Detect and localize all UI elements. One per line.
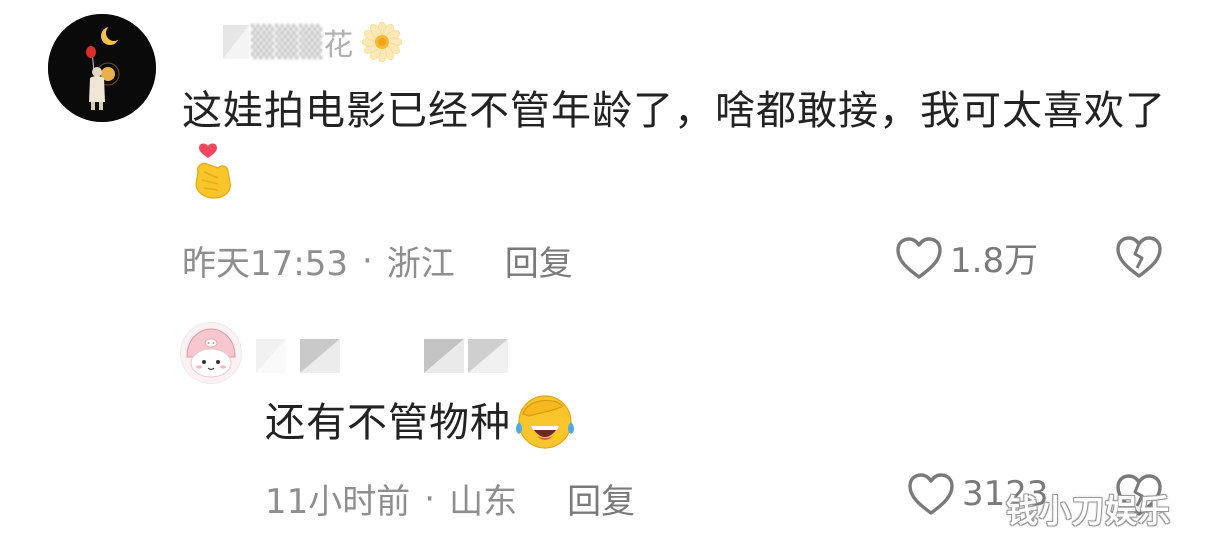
- mosaic-icon: [300, 339, 340, 373]
- like-count: 1.8万: [950, 241, 1039, 281]
- rolling-laughing-face-icon: [513, 392, 577, 465]
- username[interactable]: ▒▒▒ 花: [223, 20, 404, 64]
- timestamp: 11小时前: [265, 482, 411, 522]
- location: 浙江: [386, 244, 455, 284]
- reply-button[interactable]: 回复: [567, 474, 635, 523]
- heart-outline-icon: [896, 236, 942, 279]
- finger-heart-icon: [188, 142, 236, 218]
- avatar[interactable]: [48, 14, 156, 122]
- broken-heart-icon[interactable]: [1114, 234, 1164, 280]
- comment-meta: 昨天17:53 · 浙江 回复: [182, 236, 573, 285]
- separator-dot: ·: [424, 478, 436, 519]
- avatar[interactable]: [180, 322, 242, 384]
- watermark: 钱小刀娱乐: [1006, 492, 1172, 530]
- separator-dot: ·: [361, 240, 373, 281]
- comment-body: 这娃拍电影已经不管年龄了，啥都敢接，我可太喜欢了: [182, 88, 1166, 134]
- username-visible: 花: [323, 28, 355, 63]
- timestamp: 昨天17:53: [182, 244, 348, 284]
- heart-outline-icon: [908, 473, 954, 515]
- reply-button[interactable]: 回复: [505, 236, 573, 285]
- mosaic-icon: [468, 339, 508, 373]
- daisy-flower-icon: [361, 21, 403, 63]
- like-button[interactable]: 1.8万: [894, 233, 1038, 282]
- username-text: ▒▒▒: [251, 24, 324, 60]
- mosaic-icon: [223, 25, 249, 59]
- comment-meta: 11小时前 · 山东 回复: [265, 474, 635, 523]
- comment-text: 还有不管物种: [265, 392, 577, 465]
- username[interactable]: [256, 338, 512, 374]
- mosaic-icon: [256, 339, 286, 373]
- mosaic-icon: [424, 339, 464, 373]
- comment-body: 还有不管物种: [265, 400, 511, 446]
- comment-text: 这娃拍电影已经不管年龄了，啥都敢接，我可太喜欢了: [182, 80, 1182, 218]
- location: 山东: [449, 482, 518, 522]
